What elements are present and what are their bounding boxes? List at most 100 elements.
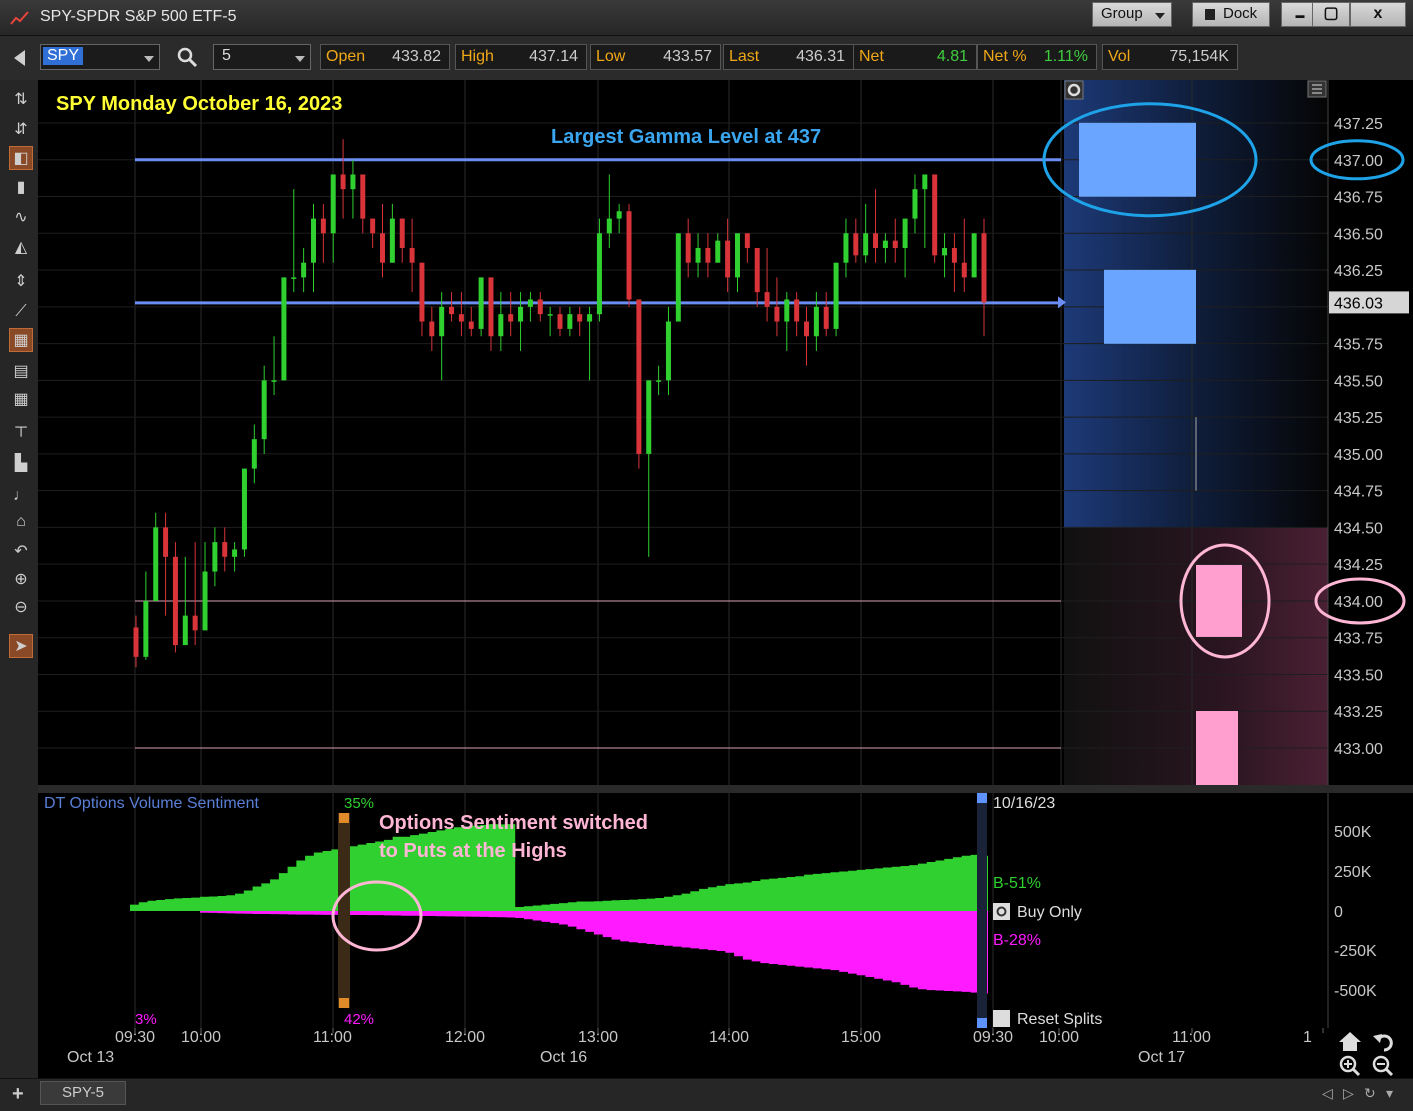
candle-up <box>498 314 504 337</box>
group-dropdown[interactable]: Group <box>1092 2 1172 27</box>
candle-down <box>458 314 464 322</box>
candle-down <box>873 233 879 248</box>
window-title: SPY-SPDR S&P 500 ETF-5 <box>40 8 237 25</box>
zoom-in-icon[interactable] <box>1339 1055 1361 1077</box>
hline-tool-icon[interactable]: ┬ <box>9 416 33 440</box>
close-button[interactable]: x <box>1350 2 1406 27</box>
dock-button[interactable]: Dock <box>1192 2 1270 27</box>
home-icon[interactable] <box>1339 1032 1361 1051</box>
quote-label: Low <box>596 48 626 65</box>
refresh-icon[interactable]: ↻ <box>1364 1085 1376 1102</box>
date-axis-label: Oct 13 <box>67 1049 114 1066</box>
price-chart[interactable]: 437.25 437.00 436.75 436.50 436.25 436.03 435.… <box>38 80 1413 785</box>
candle-down <box>192 615 198 631</box>
interval-input[interactable]: 5 <box>213 44 311 70</box>
undo-icon[interactable] <box>1373 1034 1393 1052</box>
grid2-tool-icon[interactable]: ▦ <box>9 388 33 412</box>
gear-icon[interactable] <box>993 903 1010 920</box>
dock-label: Dock <box>1223 5 1258 22</box>
price-tick-label: 435.75 <box>1334 337 1383 354</box>
tool-m-icon[interactable]: ▙ <box>9 452 33 476</box>
bar-tool-icon[interactable]: ▮ <box>9 176 33 200</box>
add-tab-button[interactable]: + <box>12 1083 24 1106</box>
grid-tool-icon[interactable]: ▦ <box>9 328 33 352</box>
pane-splitter[interactable] <box>38 785 1413 793</box>
date-label: 10/16/23 <box>993 795 1055 812</box>
chevron-down-icon[interactable] <box>144 56 154 62</box>
price-tick-label: 435.00 <box>1334 447 1383 464</box>
candle-up <box>232 549 238 557</box>
switch-marker-top <box>339 813 349 823</box>
candle-down <box>951 248 957 263</box>
zoom-in-icon[interactable]: ⊕ <box>9 568 33 592</box>
candle-up <box>665 321 671 381</box>
chevron-down-icon[interactable]: ▾ <box>1386 1085 1393 1102</box>
candle-down <box>320 218 326 234</box>
reset-icon[interactable] <box>993 1010 1010 1027</box>
tool-b-icon[interactable]: ⇵ <box>9 118 33 142</box>
maximize-button[interactable]: ▢ <box>1312 2 1350 27</box>
switch-marker-band <box>338 813 350 1008</box>
candle-up <box>261 380 267 440</box>
indicator-tick-label: -250K <box>1334 943 1377 960</box>
tab-spy-5[interactable]: SPY-5 <box>40 1081 126 1105</box>
undo-icon[interactable]: ↶ <box>9 540 33 564</box>
search-icon[interactable] <box>176 46 198 68</box>
quote-label: Net % <box>983 48 1027 65</box>
quote-value: 433.57 <box>663 48 712 65</box>
candle-tool-icon[interactable]: ◧ <box>9 146 33 170</box>
candle-down <box>853 233 859 256</box>
zoom-out-icon[interactable] <box>1372 1055 1394 1077</box>
candle-up <box>291 277 297 279</box>
quote-value: 436.31 <box>796 48 845 65</box>
area-tool-icon[interactable]: ◭ <box>9 236 33 260</box>
options-sentiment-indicator[interactable]: DT Options Volume Sentiment 35% 42% 3% 10/16… <box>38 793 1413 1028</box>
scroll-left-icon[interactable]: ◁ <box>1322 1085 1333 1102</box>
gear-icon[interactable] <box>1064 80 1084 100</box>
candle-down <box>764 292 770 307</box>
chevron-down-icon[interactable] <box>295 56 305 62</box>
dock-icon <box>1205 9 1215 20</box>
pointer-icon[interactable]: ➤ <box>9 634 33 658</box>
buy-only-toggle[interactable]: Buy Only <box>993 903 1082 921</box>
buy-only-label: Buy Only <box>1017 904 1082 921</box>
time-tick-label: 10:00 <box>181 1029 221 1046</box>
indicator-tick-label: 500K <box>1334 824 1372 841</box>
menu-icon[interactable] <box>1307 80 1327 98</box>
price-tick-label: 433.25 <box>1334 704 1383 721</box>
candle-down <box>468 321 474 329</box>
candle-up <box>971 233 977 278</box>
time-tick-label: 1 <box>1303 1029 1312 1046</box>
buy-pct-label: B-51% <box>993 875 1041 892</box>
time-tick-label: 09:30 <box>973 1029 1013 1046</box>
time-tick-label: 13:00 <box>578 1029 618 1046</box>
candle-up <box>587 314 593 322</box>
price-tick-label: 433.75 <box>1334 631 1383 648</box>
chart-app-icon <box>10 11 29 25</box>
candle-down <box>744 233 750 248</box>
zoom-out-icon[interactable]: ⊖ <box>9 596 33 620</box>
candle-up <box>833 262 839 329</box>
reset-splits-button[interactable]: Reset Splits <box>993 1010 1102 1028</box>
table-tool-icon[interactable]: ▤ <box>9 360 33 384</box>
scroll-right-icon[interactable]: ▷ <box>1343 1085 1354 1102</box>
candle-down <box>222 542 228 557</box>
gex-bar-put-434 <box>1196 564 1242 637</box>
candle-up <box>212 542 218 572</box>
trend-tool-icon[interactable]: ⟋ <box>9 300 33 324</box>
time-tick-label: 12:00 <box>445 1029 485 1046</box>
scale-tool-icon[interactable]: ⇕ <box>9 270 33 294</box>
time-tick-label: 09:30 <box>115 1029 155 1046</box>
candle-up <box>389 218 395 263</box>
group-label: Group <box>1101 5 1143 22</box>
cursor-crosshair-icon[interactable]: ⇅ <box>9 88 33 112</box>
candle-up <box>271 380 277 382</box>
candle-down <box>577 314 583 322</box>
home-icon[interactable]: ⌂ <box>9 510 33 534</box>
candle-up <box>241 468 247 550</box>
reset-splits-label: Reset Splits <box>1017 1011 1102 1028</box>
line-tool-icon[interactable]: ∿ <box>9 206 33 230</box>
symbol-input[interactable]: SPY <box>40 44 160 70</box>
tool-n-icon[interactable]: ♩ <box>9 484 33 508</box>
back-arrow-icon[interactable] <box>14 50 25 66</box>
